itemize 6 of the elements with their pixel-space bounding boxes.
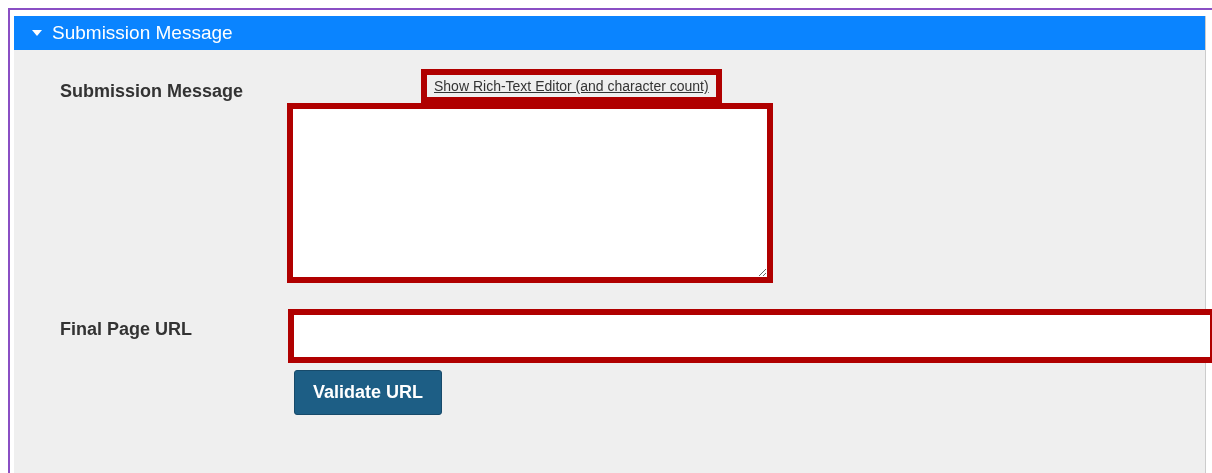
field-label: Final Page URL [60,318,194,341]
caret-icon [32,30,42,36]
field-label: Submission Message [60,80,245,103]
validate-url-button[interactable]: Validate URL [294,370,443,415]
section-title: Submission Message [52,22,233,44]
section-header[interactable]: Submission Message [14,16,1205,50]
